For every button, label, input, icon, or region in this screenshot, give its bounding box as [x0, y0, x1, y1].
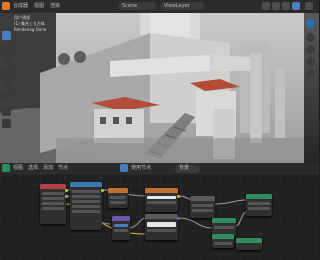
backdrop-label: 背景	[179, 165, 190, 171]
shading-material-icon[interactable]	[282, 2, 290, 10]
scene-selector[interactable]: Scene	[118, 2, 156, 10]
editor-type-icon[interactable]	[2, 2, 10, 10]
backdrop-button[interactable]: 背景	[175, 165, 200, 173]
link-6	[177, 217, 213, 229]
ground-haze	[56, 138, 304, 163]
view-layer-selector[interactable]: ViewLayer	[160, 2, 204, 10]
shading-rendered-icon[interactable]	[292, 2, 300, 10]
overlay-dropdown-icon[interactable]	[305, 2, 313, 10]
overlay-line-2: (1) 集合 | 立方体	[14, 21, 45, 26]
scale-tool-icon[interactable]	[2, 79, 11, 88]
link-4	[127, 217, 146, 229]
link-7	[214, 199, 247, 205]
use-nodes-checkbox-icon[interactable]	[120, 164, 128, 172]
node-menu-view[interactable]: 视图	[13, 163, 23, 174]
rotate-tool-icon[interactable]	[2, 67, 11, 76]
node-glare[interactable]	[108, 188, 128, 208]
menu-label[interactable]: 合成器	[13, 1, 28, 12]
link-8	[235, 211, 247, 227]
view-layer-name: ViewLayer	[164, 3, 190, 9]
node-rgb-curves[interactable]	[145, 214, 178, 240]
use-nodes-label: 使用节点	[131, 165, 152, 171]
node-render-layers[interactable]	[40, 184, 66, 224]
house-window-3	[126, 117, 132, 124]
small-house	[94, 109, 144, 143]
socket-curves-out[interactable]	[177, 217, 180, 220]
pipe-2	[275, 68, 285, 138]
perspective-toggle-icon[interactable]	[306, 69, 315, 78]
node-menu-add[interactable]: 添加	[43, 163, 53, 174]
shading-wire-icon[interactable]	[262, 2, 270, 10]
socket-alpha[interactable]	[65, 195, 68, 198]
select-tool-icon[interactable]	[2, 31, 11, 40]
node-viewer[interactable]	[246, 194, 272, 216]
node-menu-node[interactable]: 节点	[58, 163, 68, 174]
socket-cb-out[interactable]	[177, 195, 180, 198]
node-composite[interactable]	[190, 196, 215, 218]
node-mix-1[interactable]	[70, 182, 102, 230]
node-header-output	[236, 238, 262, 243]
node-blur[interactable]	[112, 216, 130, 240]
node-editor-header: 视图 选择 添加 节点 使用节点 背景	[0, 163, 319, 174]
shading-solid-icon[interactable]	[272, 2, 280, 10]
round-window-2	[74, 51, 86, 63]
overlay-line-3: Rendering Done	[14, 27, 47, 32]
socket-mix-out[interactable]	[101, 189, 104, 192]
house-window-2	[113, 117, 119, 124]
node-editor-type-icon[interactable]	[2, 164, 10, 172]
node-gamma[interactable]	[212, 234, 234, 248]
zoom-icon[interactable]	[306, 33, 315, 42]
node-output[interactable]	[236, 238, 262, 250]
rendered-scene	[0, 13, 304, 163]
move-tool-icon[interactable]	[2, 55, 11, 64]
socket-image[interactable]	[65, 189, 68, 192]
3d-viewport[interactable]: 用户透视 (1) 集合 | 立方体 Rendering Done	[0, 13, 319, 163]
annotate-tool-icon[interactable]	[2, 107, 11, 116]
pan-icon[interactable]	[306, 45, 315, 54]
round-window	[58, 53, 70, 65]
scene-name: Scene	[122, 3, 138, 9]
house-window	[100, 117, 106, 124]
bridge-end	[212, 55, 250, 71]
measure-tool-icon[interactable]	[2, 119, 11, 128]
pipe	[250, 53, 262, 143]
overlay-line-1: 用户透视	[14, 15, 30, 20]
node-editor-area[interactable]	[0, 174, 319, 260]
render-label[interactable]: 渲染	[50, 1, 60, 12]
gizmo-axis-icon[interactable]	[306, 19, 315, 28]
node-menu-select[interactable]: 选择	[28, 163, 38, 174]
cursor-tool-icon[interactable]	[2, 43, 11, 52]
view-label[interactable]: 视图	[34, 1, 44, 12]
node-color-balance[interactable]	[145, 188, 178, 212]
camera-view-icon[interactable]	[306, 57, 315, 66]
transform-tool-icon[interactable]	[2, 91, 11, 100]
top-header: 合成器 视图 渲染 Scene ViewLayer	[0, 0, 319, 13]
